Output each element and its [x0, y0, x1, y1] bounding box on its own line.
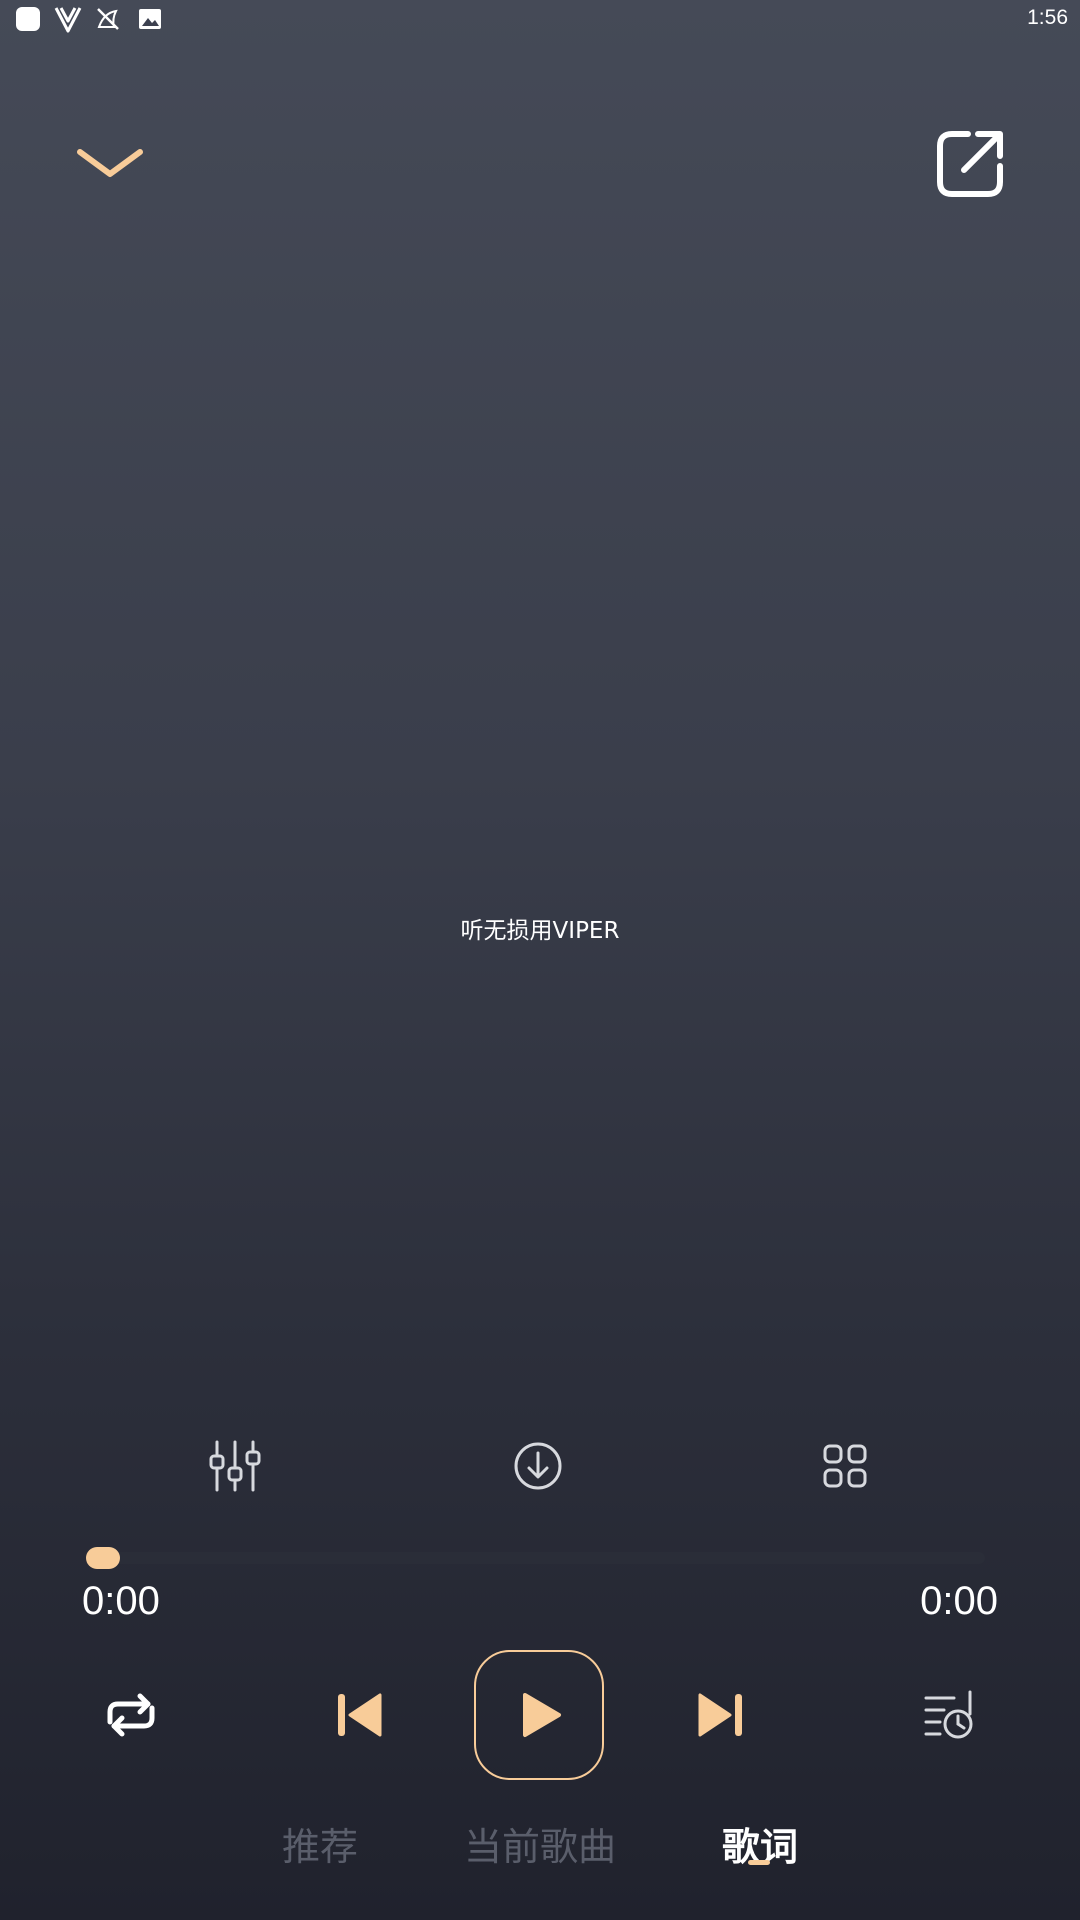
playlist-button[interactable]	[914, 1680, 984, 1750]
play-icon	[523, 1693, 561, 1737]
next-button[interactable]	[686, 1680, 756, 1750]
progress-thumb[interactable]	[86, 1547, 120, 1569]
equalizer-icon	[209, 1440, 261, 1492]
repeat-button[interactable]	[96, 1680, 166, 1750]
next-icon	[698, 1693, 742, 1737]
download-icon	[514, 1442, 562, 1490]
share-external-icon	[937, 131, 1003, 197]
download-button[interactable]	[508, 1436, 568, 1496]
previous-button[interactable]	[324, 1680, 394, 1750]
play-button[interactable]	[474, 1650, 604, 1780]
progress-track[interactable]	[100, 1552, 985, 1564]
player-screen: 1:56 听无损用VIPER 0:00 0:00 推荐 当前歌曲 歌词	[0, 0, 1080, 1920]
muted-bird-icon	[94, 5, 122, 33]
previous-icon	[338, 1693, 382, 1737]
equalizer-button[interactable]	[205, 1436, 265, 1496]
more-grid-icon	[823, 1444, 867, 1488]
v-logo-icon	[54, 5, 82, 33]
tab-current-song[interactable]: 当前歌曲	[460, 1822, 620, 1872]
image-icon	[136, 5, 164, 33]
more-button[interactable]	[815, 1436, 875, 1496]
chevron-down-icon	[77, 149, 143, 177]
status-bar: 1:56	[0, 0, 1080, 36]
repeat-icon	[107, 1693, 155, 1737]
share-button[interactable]	[930, 124, 1010, 204]
collapse-player-button[interactable]	[70, 130, 150, 190]
active-tab-indicator	[748, 1860, 770, 1865]
total-time: 0:00	[920, 1579, 998, 1623]
current-time: 0:00	[82, 1579, 160, 1623]
playlist-timer-icon	[924, 1690, 973, 1739]
app-square-icon	[14, 5, 42, 33]
lyric-line: 听无损用VIPER	[460, 918, 620, 944]
clock: 1:56	[1027, 6, 1068, 29]
tab-recommend[interactable]: 推荐	[270, 1822, 370, 1872]
